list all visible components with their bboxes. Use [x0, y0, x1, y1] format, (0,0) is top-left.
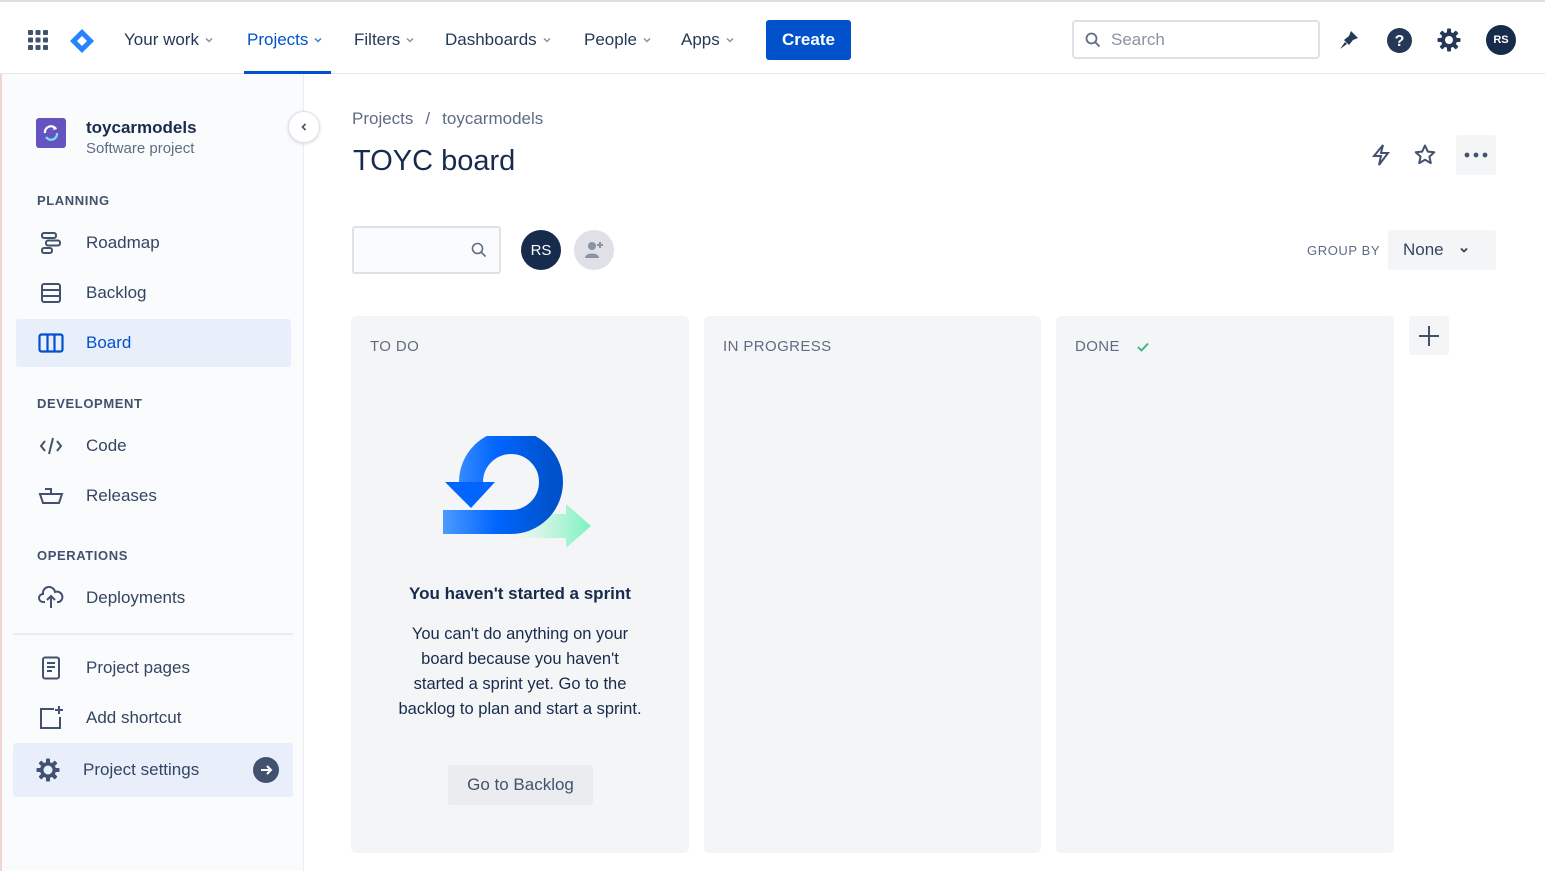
create-button[interactable]: Create — [766, 20, 851, 60]
chevron-down-icon — [406, 37, 414, 43]
empty-state-title: You haven't started a sprint — [409, 584, 631, 603]
breadcrumb-projects[interactable]: Projects — [352, 109, 413, 129]
chevron-left-icon — [301, 123, 307, 131]
global-search[interactable] — [1072, 20, 1320, 59]
project-sidebar: toycarmodels Software project PLANNING R… — [0, 74, 304, 871]
chevron-down-icon — [726, 37, 734, 43]
cloud-upload-icon — [38, 585, 64, 611]
column-in-progress: IN PROGRESS — [704, 316, 1041, 853]
nav-projects[interactable]: Projects — [247, 29, 323, 51]
section-development: DEVELOPMENT — [37, 396, 143, 411]
column-title-row: DONE — [1075, 338, 1150, 355]
sidebar-item-backlog[interactable]: Backlog — [16, 269, 291, 317]
project-name: toycarmodels — [86, 118, 197, 137]
plus-icon — [1419, 325, 1439, 346]
arrow-right-icon — [253, 757, 279, 783]
check-icon — [1137, 342, 1149, 352]
sidebar-item-project-pages[interactable]: Project pages — [16, 644, 291, 692]
breadcrumb: Projects / toycarmodels — [352, 109, 543, 129]
section-planning: PLANNING — [37, 193, 110, 208]
svg-text:?: ? — [1394, 33, 1404, 50]
sidebar-item-releases[interactable]: Releases — [16, 472, 291, 520]
page-icon — [38, 655, 64, 681]
nav-people[interactable]: People — [584, 29, 652, 51]
page-title: TOYC board — [353, 145, 516, 177]
column-title: DONE — [1075, 338, 1120, 355]
section-operations: OPERATIONS — [37, 548, 128, 563]
board-search-input[interactable] — [352, 226, 501, 274]
column-to-do: TO DO You haven't started a sprint You c… — [351, 316, 689, 853]
notifications-icon[interactable] — [1334, 25, 1364, 55]
nav-dashboards[interactable]: Dashboards — [445, 29, 552, 51]
chevron-down-icon — [205, 37, 213, 43]
sidebar-item-project-settings[interactable]: Project settings — [13, 743, 293, 797]
column-title: IN PROGRESS — [723, 338, 832, 355]
chevron-down-icon — [1460, 247, 1468, 253]
user-avatar[interactable]: RS — [1486, 25, 1516, 55]
nav-apps[interactable]: Apps — [681, 29, 735, 51]
add-shortcut-icon — [38, 705, 64, 731]
top-navigation: Your work Projects Filters Dashboards Pe… — [0, 0, 1545, 74]
more-actions-button[interactable] — [1456, 135, 1496, 175]
star-button[interactable] — [1409, 135, 1441, 175]
assignee-avatar-filter[interactable]: RS — [521, 230, 561, 270]
roadmap-icon — [38, 230, 64, 256]
nav-filters[interactable]: Filters — [354, 29, 415, 51]
chevron-down-icon — [543, 37, 551, 43]
group-by-select[interactable]: None — [1388, 230, 1496, 270]
add-person-icon — [585, 242, 603, 258]
sidebar-item-board[interactable]: Board — [16, 319, 291, 367]
chevron-down-icon — [643, 37, 651, 43]
project-header[interactable]: toycarmodels Software project — [36, 118, 197, 157]
project-logo-icon — [36, 118, 66, 148]
add-column-button[interactable] — [1409, 316, 1449, 355]
breadcrumb-separator: / — [425, 109, 431, 128]
settings-icon[interactable] — [1434, 25, 1464, 55]
column-title: TO DO — [370, 338, 420, 355]
releases-icon — [38, 483, 64, 509]
collapse-sidebar-button[interactable] — [288, 111, 320, 143]
nav-your-work[interactable]: Your work — [124, 29, 214, 51]
project-type: Software project — [86, 140, 195, 157]
jira-logo-icon[interactable] — [68, 27, 96, 55]
more-icon — [1464, 152, 1488, 158]
sidebar-divider — [13, 633, 293, 635]
sidebar-item-add-shortcut[interactable]: Add shortcut — [16, 694, 291, 742]
column-done: DONE — [1056, 316, 1394, 853]
search-icon — [471, 242, 487, 258]
sidebar-item-code[interactable]: Code — [16, 422, 291, 470]
app-switcher-icon[interactable] — [27, 29, 49, 51]
sidebar-item-deployments[interactable]: Deployments — [16, 574, 291, 622]
code-icon — [38, 433, 64, 459]
backlog-icon — [38, 280, 64, 306]
board-icon — [38, 330, 64, 356]
lightning-icon — [1371, 144, 1390, 166]
empty-state-description: You can't do anything on your board beca… — [398, 625, 642, 718]
settings-icon — [35, 757, 61, 783]
add-people-button[interactable] — [574, 230, 614, 270]
go-to-backlog-button[interactable]: Go to Backlog — [448, 765, 593, 805]
sidebar-item-roadmap[interactable]: Roadmap — [16, 219, 291, 267]
breadcrumb-project[interactable]: toycarmodels — [442, 109, 543, 129]
sprint-illustration — [443, 436, 591, 548]
automation-button[interactable] — [1365, 135, 1397, 175]
chevron-down-icon — [314, 37, 322, 43]
search-icon — [1085, 32, 1101, 47]
group-by-label: GROUP BY — [1307, 243, 1381, 258]
search-input[interactable] — [1111, 29, 1301, 50]
star-icon — [1414, 144, 1436, 165]
help-icon[interactable]: ? — [1384, 25, 1414, 55]
